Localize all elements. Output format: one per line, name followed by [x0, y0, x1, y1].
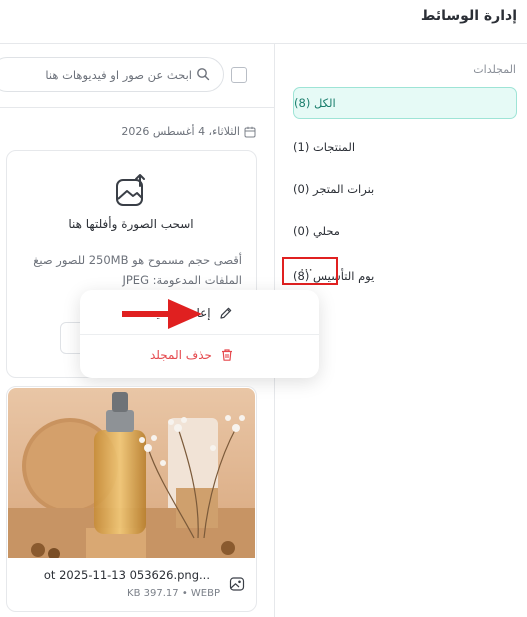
folder-label: بنرات المتجر (0): [293, 182, 375, 196]
menu-divider: [80, 334, 319, 335]
more-options-icon[interactable]: ⋯: [300, 263, 314, 278]
search-icon: [197, 68, 210, 81]
folder-label: الكل (8): [294, 96, 336, 110]
folder-item-local[interactable]: محلي (0): [293, 215, 517, 247]
image-file-icon: [229, 577, 245, 591]
image-upload-icon: [116, 174, 145, 206]
folder-item-products[interactable]: المنتجات (1): [293, 131, 517, 163]
media-file-name: ot 2025-11-13 053626.png...: [43, 568, 210, 582]
upload-title: اسحب الصورة وأفلتها هنا: [68, 217, 194, 231]
delete-folder-label: حذف المجلد: [150, 348, 212, 362]
folder-label: المنتجات (1): [293, 140, 356, 154]
page-title: إدارة الوسائط: [420, 8, 517, 24]
media-file-meta: KB 397.17 • WEBP: [127, 588, 220, 599]
folders-heading: المجلدات: [473, 63, 516, 76]
annotation-arrow-icon: [122, 299, 202, 329]
folder-item-all[interactable]: الكل (8): [293, 87, 517, 119]
folder-label: محلي (0): [293, 224, 340, 238]
delete-folder-menu-item[interactable]: حذف المجلد: [150, 345, 310, 365]
select-all-checkbox[interactable]: [231, 67, 247, 83]
toolbar-divider: [0, 107, 274, 108]
pencil-icon: [220, 307, 231, 319]
trash-icon: [221, 349, 232, 361]
search-input[interactable]: [20, 64, 192, 86]
date-group-label: الثلاثاء، 4 أغسطس 2026: [121, 125, 240, 138]
calendar-icon: [244, 126, 256, 138]
folder-item-store-banners[interactable]: بنرات المتجر (0): [293, 173, 517, 205]
media-thumbnail[interactable]: [8, 388, 255, 558]
